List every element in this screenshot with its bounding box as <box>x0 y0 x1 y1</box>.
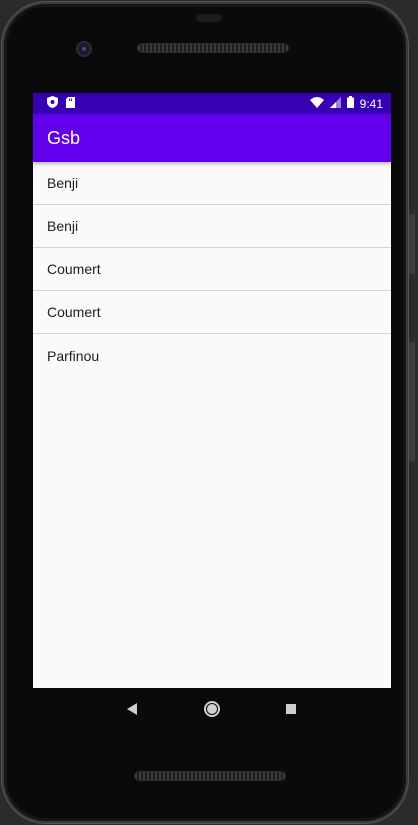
list-item-label: Coumert <box>47 261 101 277</box>
top-speaker-grille <box>137 43 289 53</box>
front-camera <box>76 41 92 57</box>
list-item-label: Parfinou <box>47 347 100 364</box>
bottom-speaker-grille <box>134 771 286 781</box>
home-icon[interactable] <box>200 697 224 721</box>
earpiece <box>196 14 222 22</box>
volume-button[interactable] <box>409 214 415 274</box>
list-item-label: Coumert <box>47 304 101 320</box>
list-item[interactable]: Parfinou <box>33 334 391 377</box>
name-list: Benji Benji Coumert Coumert Parfinou <box>33 162 391 377</box>
list-item[interactable]: Coumert <box>33 248 391 291</box>
status-bar: 9:41 <box>33 93 391 114</box>
back-icon[interactable] <box>121 697 145 721</box>
battery-icon <box>346 96 354 111</box>
recents-icon[interactable] <box>279 697 303 721</box>
list-item[interactable]: Coumert <box>33 291 391 334</box>
app-bar: Gsb <box>33 114 391 162</box>
navigation-bar <box>33 688 391 730</box>
emulator-stage: 9:41 Gsb Benji Benji Coumert Coumert Par… <box>0 0 418 825</box>
shield-icon <box>47 96 58 111</box>
list-item-label: Benji <box>47 175 79 191</box>
power-button[interactable] <box>409 342 415 462</box>
sd-card-icon <box>66 96 75 111</box>
cell-signal-icon <box>329 96 341 111</box>
list-item[interactable]: Benji <box>33 162 391 205</box>
app-title: Gsb <box>47 127 81 148</box>
wifi-icon <box>309 96 324 111</box>
device-screen: 9:41 Gsb Benji Benji Coumert Coumert Par… <box>33 93 391 688</box>
list-item[interactable]: Benji <box>33 205 391 248</box>
list-item-label: Benji <box>47 218 79 234</box>
clock: 9:41 <box>359 96 383 111</box>
